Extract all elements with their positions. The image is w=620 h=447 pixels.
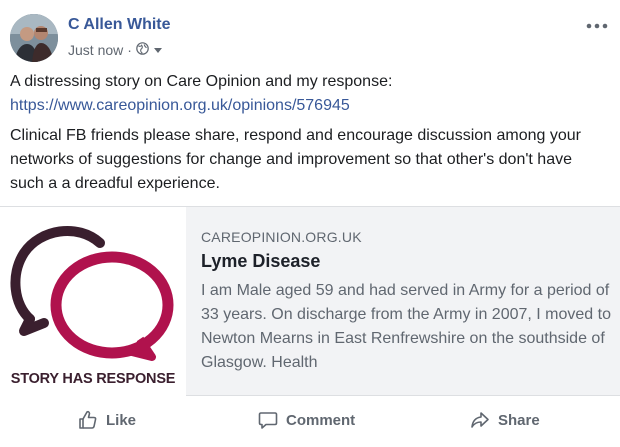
card-description: I am Male aged 59 and had served in Army… <box>201 282 611 371</box>
post-link[interactable]: https://www.careopinion.org.uk/opinions/… <box>10 94 350 118</box>
post-text-body: Clinical FB friends please share, respon… <box>10 127 581 192</box>
card-title[interactable]: Lyme Disease <box>201 251 320 272</box>
comment-label: Comment <box>286 411 356 429</box>
speech-bubbles-icon <box>10 225 174 361</box>
share-label: Share <box>498 411 540 429</box>
comment-icon <box>258 412 278 429</box>
comment-button[interactable]: Comment <box>258 405 355 435</box>
post-text-intro: A distressing story on Care Opinion and … <box>10 73 393 90</box>
card-domain: CAREOPINION.ORG.UK <box>201 229 362 245</box>
author-name[interactable]: C Allen White <box>68 16 171 34</box>
timestamp[interactable]: Just now <box>68 42 123 58</box>
more-options-icon[interactable] <box>586 18 608 29</box>
globe-icon[interactable] <box>136 42 149 58</box>
share-button[interactable]: Share <box>470 405 540 435</box>
post-actions-bar: Like Comment Share <box>0 397 620 445</box>
post-meta: Just now · <box>68 42 163 58</box>
post-header: C Allen White Just now · <box>0 0 620 70</box>
share-icon <box>471 412 489 428</box>
thumbnail-caption: STORY HAS RESPONSE <box>10 371 176 387</box>
separator-dot: · <box>127 42 132 58</box>
link-thumbnail[interactable]: STORY HAS RESPONSE <box>0 207 186 397</box>
avatar[interactable] <box>10 14 58 62</box>
link-preview-card[interactable]: STORY HAS RESPONSE CAREOPINION.ORG.UK Ly… <box>0 206 620 397</box>
thumbs-up-icon <box>79 410 97 429</box>
chevron-down-icon[interactable] <box>149 42 163 58</box>
like-label: Like <box>106 411 137 429</box>
like-button[interactable]: Like <box>78 405 136 435</box>
